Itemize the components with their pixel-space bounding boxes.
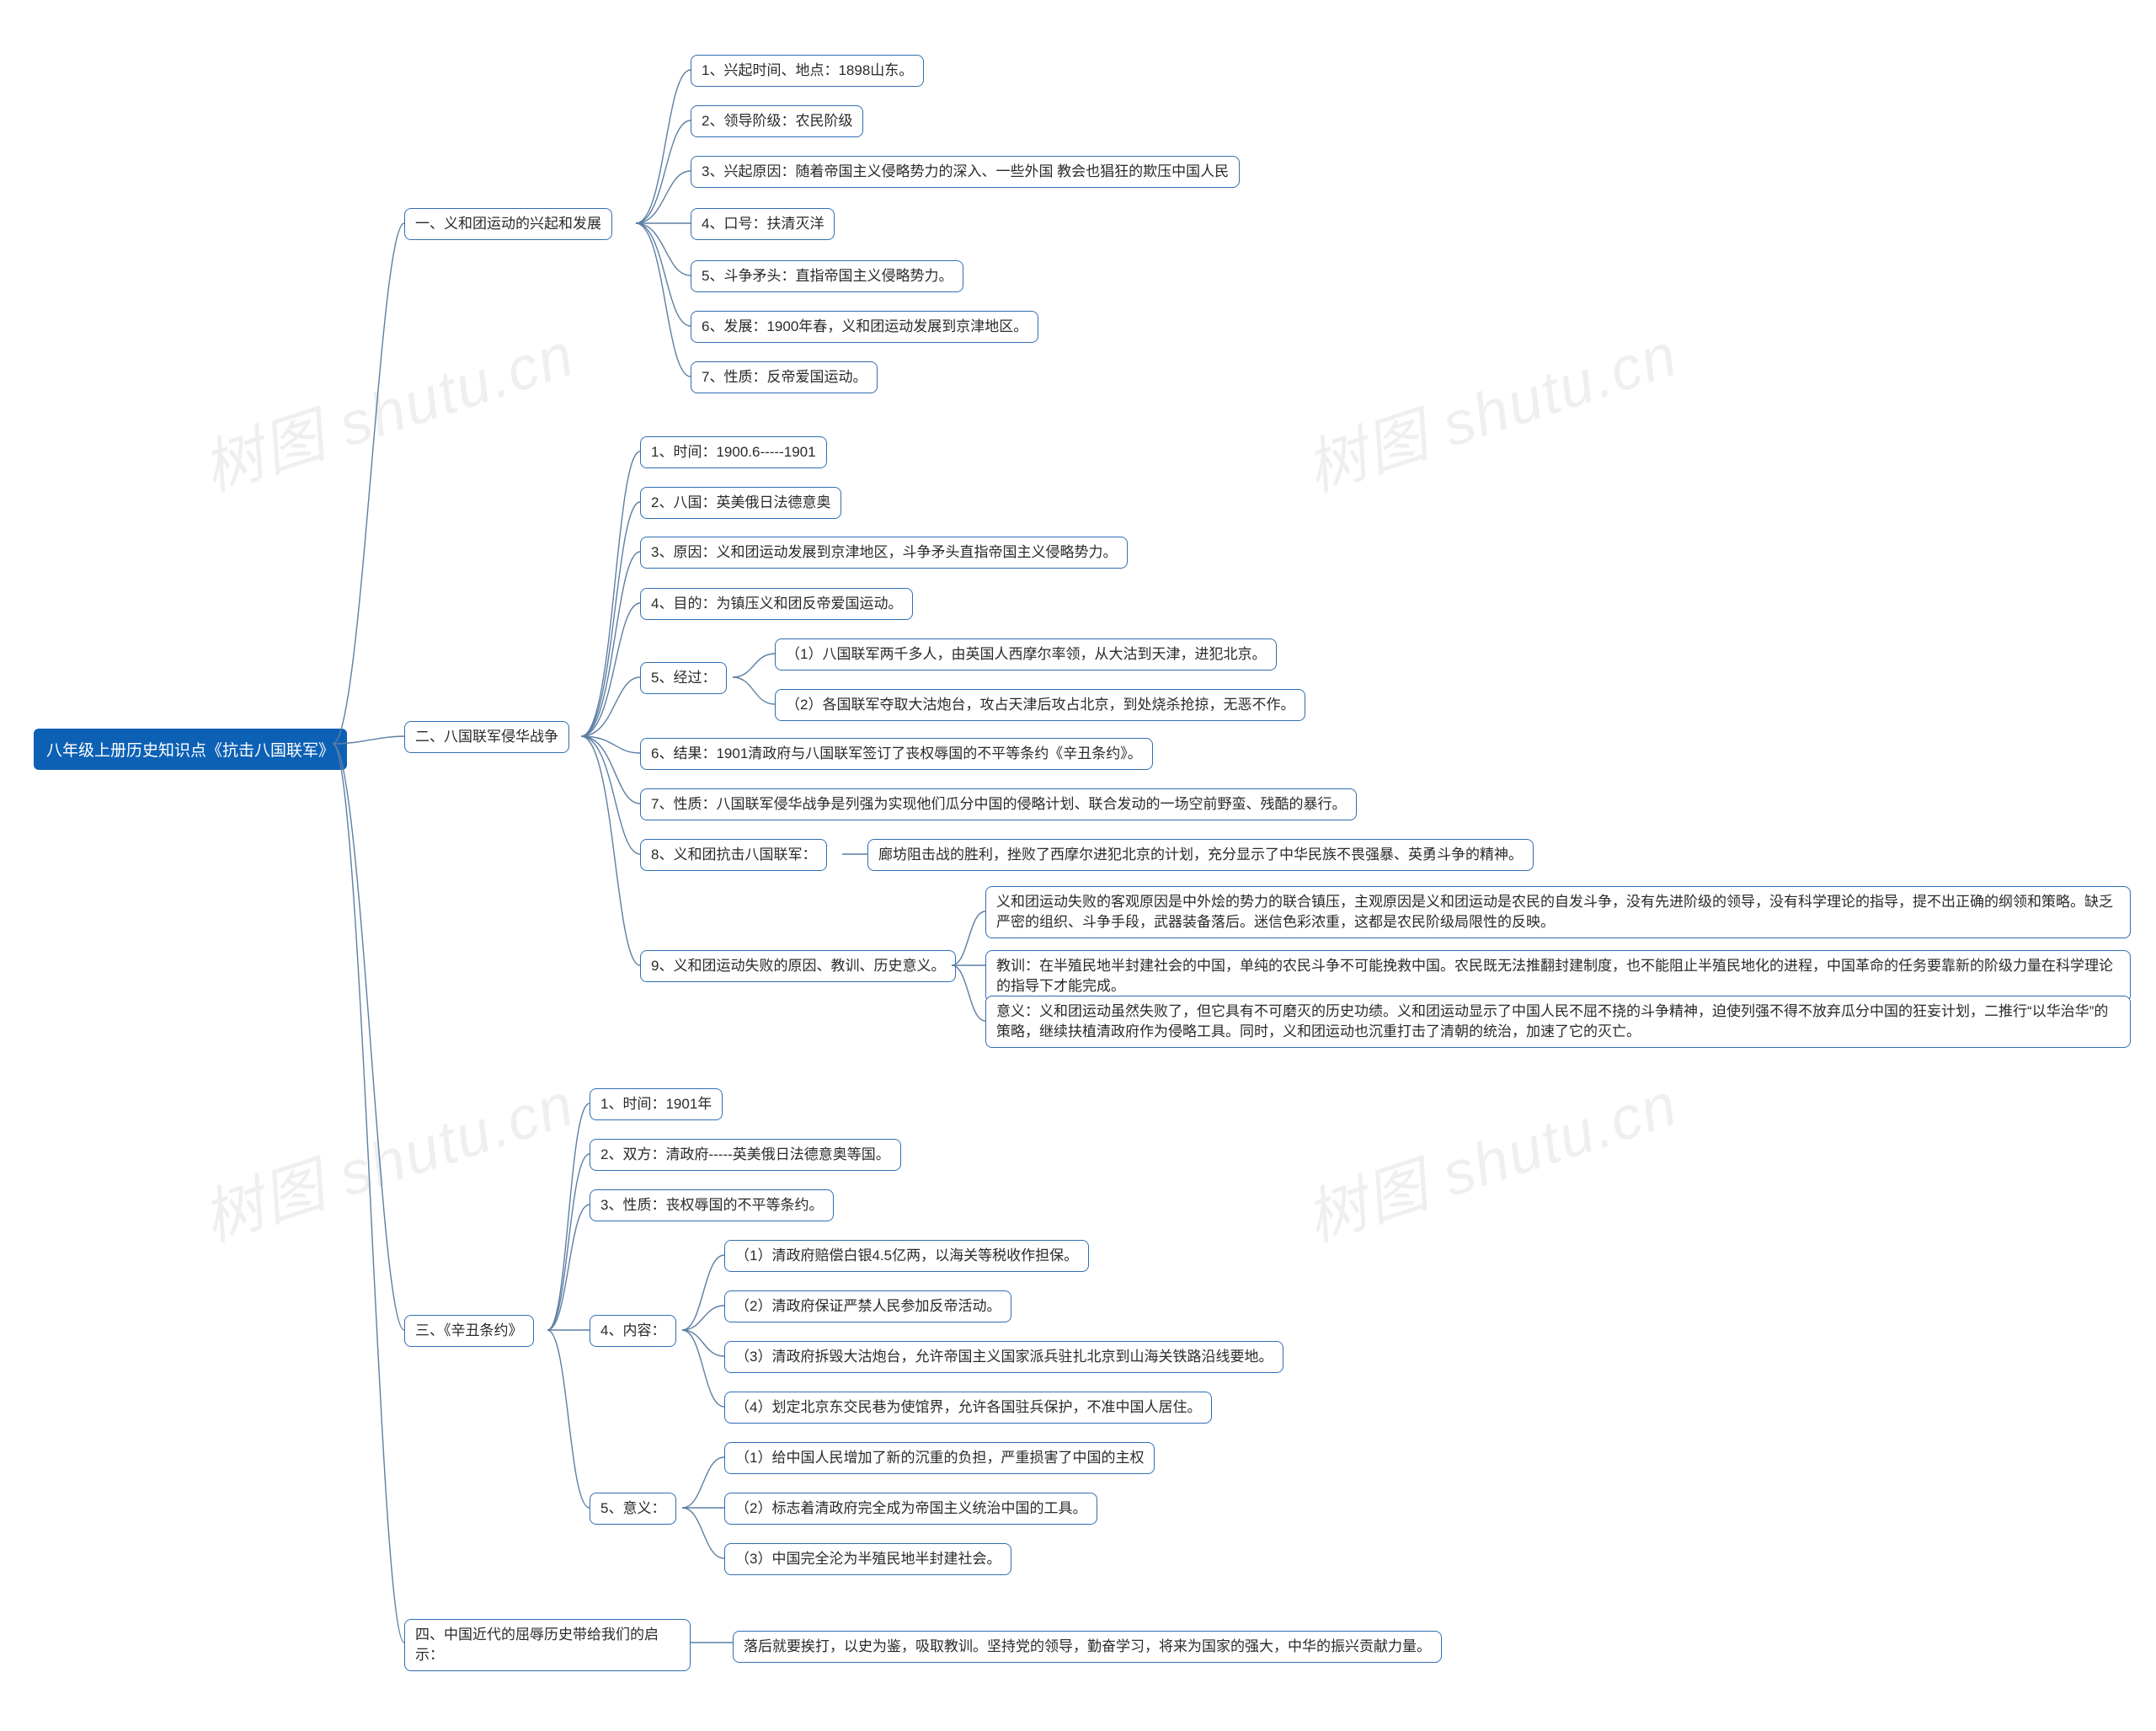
branch-2-node-8[interactable]: 8、义和团抗击八国联军： [640,839,827,871]
branch-2-8-child-1[interactable]: 廊坊阻击战的胜利，挫败了西摩尔进犯北京的计划，充分显示了中华民族不畏强暴、英勇斗… [867,839,1534,871]
branch-1-leaf-1[interactable]: 1、兴起时间、地点：1898山东。 [691,55,924,87]
branch-3-4-child-1[interactable]: （1）清政府赔偿白银4.5亿两，以海关等税收作担保。 [724,1240,1089,1272]
branch-2-9-child-3[interactable]: 意义：义和团运动虽然失败了，但它具有不可磨灭的历史功绩。义和团运动显示了中国人民… [985,996,2131,1048]
branch-1-leaf-7[interactable]: 7、性质：反帝爱国运动。 [691,361,878,393]
branch-1-leaf-2[interactable]: 2、领导阶级：农民阶级 [691,105,863,137]
branch-4-child-1[interactable]: 落后就要挨打，以史为鉴，吸取教训。坚持党的领导，勤奋学习，将来为国家的强大，中华… [733,1631,1442,1663]
branch-1-leaf-4[interactable]: 4、口号：扶清灭洋 [691,208,835,240]
branch-2-leaf-4[interactable]: 4、目的：为镇压义和团反帝爱国运动。 [640,588,913,620]
branch-3-4-child-4[interactable]: （4）划定北京东交民巷为使馆界，允许各国驻兵保护，不准中国人居住。 [724,1392,1212,1424]
branch-4[interactable]: 四、中国近代的屈辱历史带给我们的启示： [404,1619,691,1671]
branch-1[interactable]: 一、义和团运动的兴起和发展 [404,208,612,240]
branch-2-leaf-2[interactable]: 2、八国：英美俄日法德意奥 [640,487,841,519]
branch-1-leaf-3[interactable]: 3、兴起原因：随着帝国主义侵略势力的深入、一些外国 教会也猖狂的欺压中国人民 [691,156,1240,188]
watermark: 树图 shutu.cn [189,1055,584,1258]
branch-1-leaf-6[interactable]: 6、发展：1900年春，义和团运动发展到京津地区。 [691,311,1038,343]
branch-2-node-5[interactable]: 5、经过： [640,662,727,694]
root-node[interactable]: 八年级上册历史知识点《抗击八国联军》 [34,729,347,770]
branch-3-5-child-1[interactable]: （1）给中国人民增加了新的沉重的负担，严重损害了中国的主权 [724,1442,1155,1474]
branch-2-node-9[interactable]: 9、义和团运动失败的原因、教训、历史意义。 [640,950,956,982]
branch-2[interactable]: 二、八国联军侵华战争 [404,721,569,753]
branch-2-leaf-3[interactable]: 3、原因：义和团运动发展到京津地区，斗争矛头直指帝国主义侵略势力。 [640,537,1128,569]
branch-2-9-child-1[interactable]: 义和团运动失败的客观原因是中外烩的势力的联合镇压，主观原因是义和团运动是农民的自… [985,886,2131,938]
branch-2-5-child-1[interactable]: （1）八国联军两千多人，由英国人西摩尔率领，从大沽到天津，进犯北京。 [775,638,1277,670]
branch-2-leaf-1[interactable]: 1、时间：1900.6-----1901 [640,436,827,468]
watermark: 树图 shutu.cn [189,305,584,508]
branch-3-node-5[interactable]: 5、意义： [590,1493,676,1525]
branch-3-leaf-3[interactable]: 3、性质：丧权辱国的不平等条约。 [590,1189,834,1221]
branch-3-5-child-3[interactable]: （3）中国完全沦为半殖民地半封建社会。 [724,1543,1011,1575]
watermark: 树图 shutu.cn [1293,305,1687,508]
branch-3-leaf-1[interactable]: 1、时间：1901年 [590,1088,723,1120]
watermark: 树图 shutu.cn [1293,1055,1687,1258]
branch-2-9-child-2[interactable]: 教训：在半殖民地半封建社会的中国，单纯的农民斗争不可能挽救中国。农民既无法推翻封… [985,950,2131,1002]
branch-2-5-child-2[interactable]: （2）各国联军夺取大沽炮台，攻占天津后攻占北京，到处烧杀抢掠，无恶不作。 [775,689,1305,721]
branch-3[interactable]: 三、《辛丑条约》 [404,1315,534,1347]
branch-1-leaf-5[interactable]: 5、斗争矛头：直指帝国主义侵略势力。 [691,260,963,292]
branch-2-leaf-6[interactable]: 6、结果：1901清政府与八国联军签订了丧权辱国的不平等条约《辛丑条约》。 [640,738,1153,770]
branch-3-leaf-2[interactable]: 2、双方：清政府-----英美俄日法德意奥等国。 [590,1139,901,1171]
branch-3-4-child-2[interactable]: （2）清政府保证严禁人民参加反帝活动。 [724,1290,1011,1322]
branch-3-5-child-2[interactable]: （2）标志着清政府完全成为帝国主义统治中国的工具。 [724,1493,1097,1525]
branch-3-node-4[interactable]: 4、内容： [590,1315,676,1347]
branch-2-leaf-7[interactable]: 7、性质：八国联军侵华战争是列强为实现他们瓜分中国的侵略计划、联合发动的一场空前… [640,788,1357,820]
branch-3-4-child-3[interactable]: （3）清政府拆毁大沽炮台，允许帝国主义国家派兵驻扎北京到山海关铁路沿线要地。 [724,1341,1283,1373]
